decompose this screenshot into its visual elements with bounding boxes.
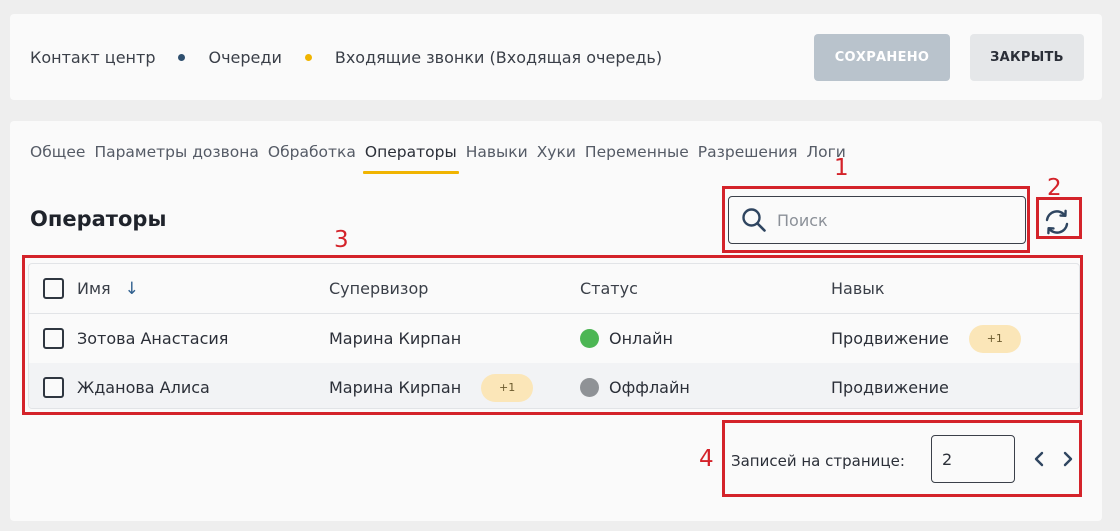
- more-skills-badge[interactable]: +1: [968, 324, 1021, 353]
- tab-general[interactable]: Общее: [30, 143, 85, 171]
- saved-button[interactable]: СОХРАНЕНО: [814, 34, 950, 81]
- close-button[interactable]: ЗАКРЫТЬ: [970, 34, 1084, 81]
- row-checkbox[interactable]: [43, 328, 64, 349]
- status-offline-dot: [580, 378, 599, 397]
- status-online-dot: [580, 329, 599, 348]
- tab-skills[interactable]: Навыки: [466, 143, 528, 171]
- annotation-number-1: 1: [834, 155, 849, 181]
- tab-permissions[interactable]: Разрешения: [698, 143, 798, 171]
- skill-name: Продвижение: [831, 378, 949, 397]
- page-title: Операторы: [30, 207, 167, 231]
- supervisor-name: Марина Кирпан: [329, 329, 462, 348]
- search-input[interactable]: [777, 210, 997, 230]
- tab-hooks[interactable]: Хуки: [537, 143, 576, 171]
- select-all-checkbox[interactable]: [43, 278, 64, 299]
- more-supervisors-badge[interactable]: +1: [481, 373, 534, 402]
- tab-dialing-params[interactable]: Параметры дозвона: [94, 143, 258, 171]
- breadcrumb-separator-dot: [178, 53, 186, 61]
- main-panel: Общее Параметры дозвона Обработка Операт…: [10, 121, 1102, 521]
- operator-name: Жданова Алиса: [77, 378, 210, 397]
- tab-bar: Общее Параметры дозвона Обработка Операт…: [30, 143, 855, 174]
- tab-operators[interactable]: Операторы: [362, 143, 459, 174]
- chevron-left-icon[interactable]: [1031, 451, 1047, 467]
- breadcrumb: Контакт центр Очереди Входящие звонки (В…: [30, 14, 662, 100]
- breadcrumb-separator-dot: [304, 53, 312, 61]
- operators-table: Имя ↓ Супервизор Статус Навык Зотова Ана…: [28, 263, 1080, 409]
- sort-down-icon[interactable]: ↓: [125, 279, 139, 299]
- row-checkbox[interactable]: [43, 377, 64, 398]
- chevron-right-icon[interactable]: [1060, 451, 1076, 467]
- search-icon: [742, 208, 766, 232]
- annotation-number-3: 3: [334, 227, 349, 253]
- records-per-page-label: Записей на странице:: [731, 452, 905, 470]
- skill-name: Продвижение: [831, 329, 949, 348]
- operator-name: Зотова Анастасия: [77, 329, 229, 348]
- column-header-name[interactable]: Имя: [77, 279, 111, 298]
- breadcrumb-contact-center[interactable]: Контакт центр: [30, 48, 155, 67]
- tab-processing[interactable]: Обработка: [268, 143, 356, 171]
- column-header-supervisor[interactable]: Супервизор: [329, 279, 428, 298]
- column-header-skill[interactable]: Навык: [831, 279, 885, 298]
- tab-variables[interactable]: Переменные: [585, 143, 689, 171]
- table-header-row: Имя ↓ Супервизор Статус Навык: [29, 264, 1079, 314]
- table-row[interactable]: Зотова Анастасия Марина Кирпан Онлайн Пр…: [29, 314, 1079, 363]
- breadcrumb-queues[interactable]: Очереди: [208, 48, 281, 67]
- status-text: Оффлайн: [609, 378, 690, 397]
- annotation-number-4: 4: [699, 446, 714, 472]
- annotation-number-2: 2: [1047, 175, 1062, 201]
- table-row[interactable]: Жданова Алиса Марина Кирпан +1 Оффлайн П…: [29, 363, 1079, 408]
- status-text: Онлайн: [609, 329, 673, 348]
- supervisor-name: Марина Кирпан: [329, 378, 462, 397]
- search-box[interactable]: [728, 196, 1026, 244]
- header-bar: Контакт центр Очереди Входящие звонки (В…: [10, 14, 1102, 100]
- refresh-icon[interactable]: [1042, 207, 1072, 237]
- records-per-page-input[interactable]: [931, 435, 1015, 483]
- column-header-status[interactable]: Статус: [580, 279, 638, 298]
- breadcrumb-current-queue: Входящие звонки (Входящая очередь): [334, 47, 663, 67]
